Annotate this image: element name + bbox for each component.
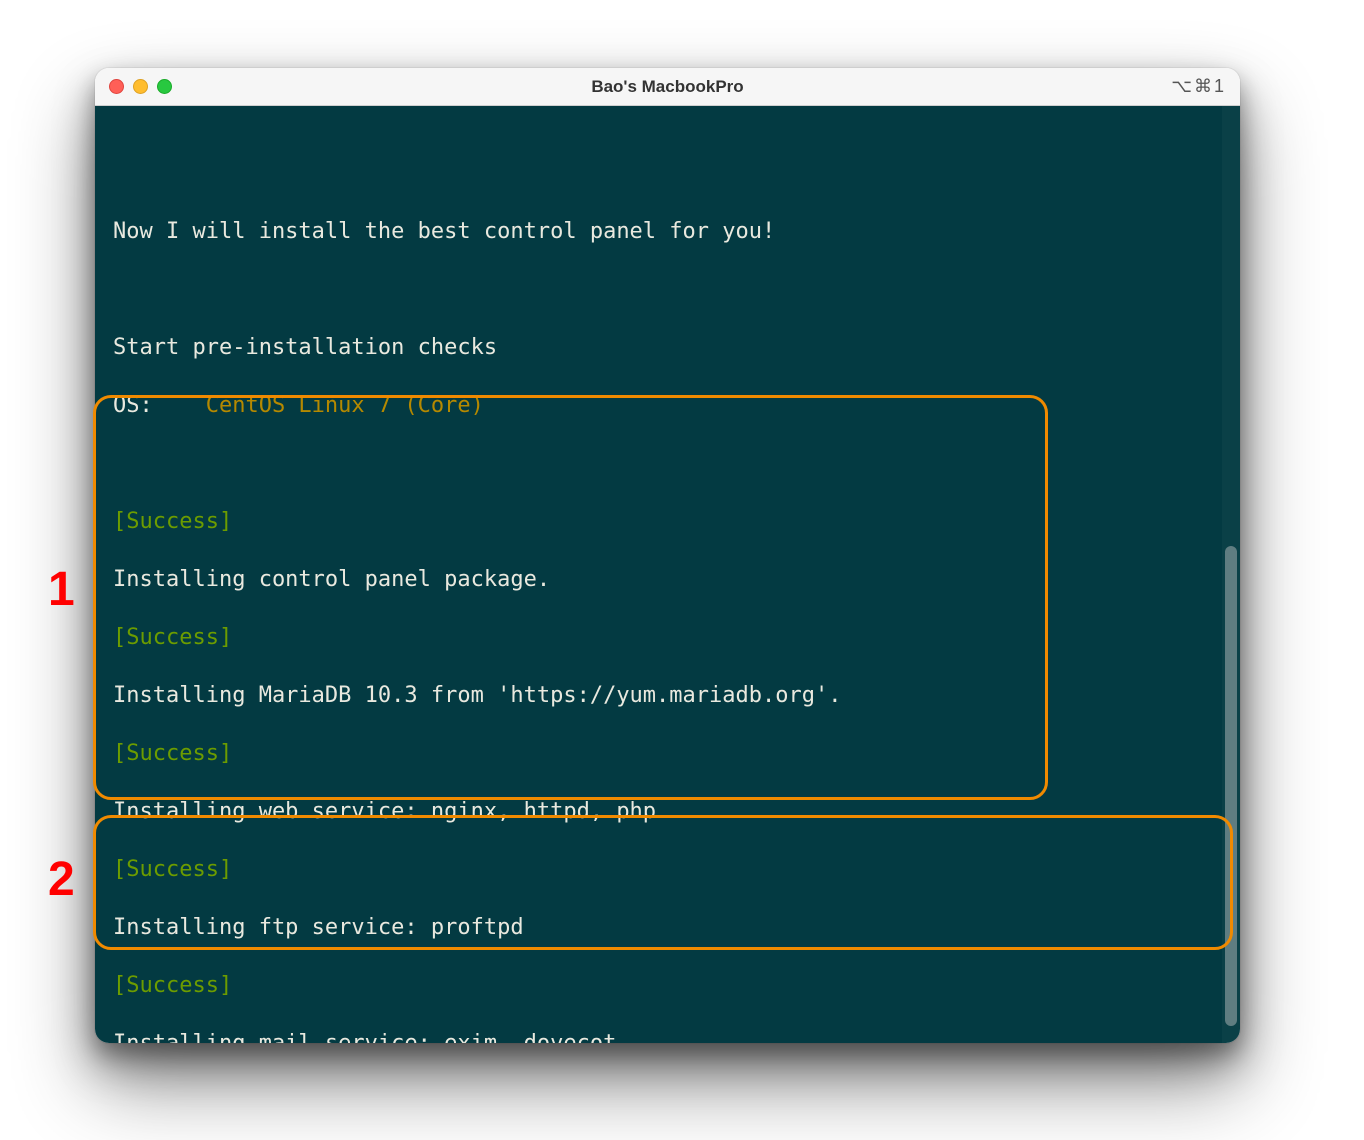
os-label: OS:: [113, 393, 206, 418]
annotation-number-1: 1: [48, 562, 75, 617]
annotation-number-2: 2: [48, 852, 75, 907]
success-badge: [Success]: [113, 855, 1240, 884]
start-checks-line: Start pre-installation checks: [113, 333, 1240, 362]
os-line: OS: CentOS Linux 7 (Core): [113, 391, 1240, 420]
window-title: Bao's MacbookPro: [95, 77, 1240, 97]
os-value: CentOS Linux 7 (Core): [206, 393, 484, 418]
window-shortcut-label: ⌥⌘1: [1171, 76, 1226, 97]
titlebar: Bao's MacbookPro ⌥⌘1: [95, 68, 1240, 106]
step-line: Installing control panel package.: [113, 565, 1240, 594]
intro-line: Now I will install the best control pane…: [113, 217, 1240, 246]
terminal-window: Bao's MacbookPro ⌥⌘1 Now I will install …: [95, 68, 1240, 1043]
step-line: Installing mail service: exim, dovecot: [113, 1029, 1240, 1043]
close-icon[interactable]: [109, 79, 124, 94]
success-badge: [Success]: [113, 971, 1240, 1000]
terminal-content[interactable]: Now I will install the best control pane…: [95, 106, 1240, 1043]
step-line: Installing MariaDB 10.3 from 'https://yu…: [113, 681, 1240, 710]
step-line: Installing web service: nginx, httpd, ph…: [113, 797, 1240, 826]
minimize-icon[interactable]: [133, 79, 148, 94]
scrollbar-thumb[interactable]: [1225, 546, 1237, 1026]
scrollbar-track[interactable]: [1222, 106, 1240, 1043]
step-line: Installing ftp service: proftpd: [113, 913, 1240, 942]
success-badge: [Success]: [113, 623, 1240, 652]
traffic-lights: [109, 79, 172, 94]
success-badge: [Success]: [113, 739, 1240, 768]
zoom-icon[interactable]: [157, 79, 172, 94]
success-badge: [Success]: [113, 507, 1240, 536]
